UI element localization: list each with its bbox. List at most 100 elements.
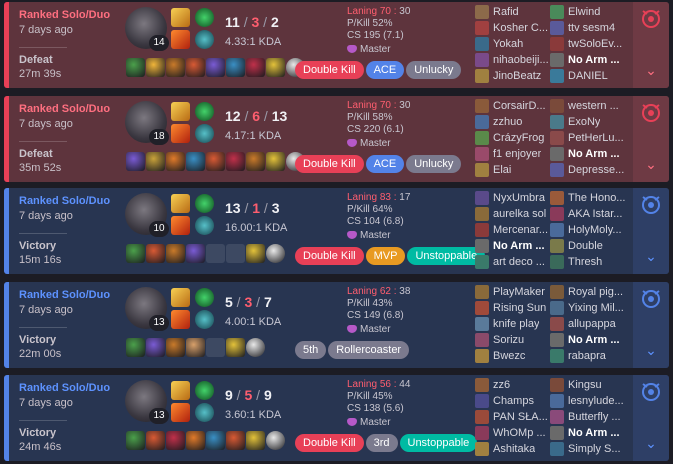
secondary-rune-icon[interactable] bbox=[195, 310, 214, 329]
player-entry[interactable]: No Arm ... bbox=[550, 425, 628, 441]
player-name[interactable]: aurelka sol bbox=[493, 208, 546, 220]
item-slot[interactable] bbox=[166, 338, 185, 357]
player-name[interactable]: Double bbox=[568, 240, 603, 252]
item-slot[interactable] bbox=[266, 152, 285, 171]
player-name[interactable]: knife play bbox=[493, 318, 539, 330]
player-name[interactable]: Elai bbox=[493, 164, 511, 176]
player-entry[interactable]: rabapra bbox=[550, 348, 628, 364]
player-name[interactable]: Sorizu bbox=[493, 334, 524, 346]
ward-item-icon[interactable] bbox=[266, 431, 285, 450]
player-entry[interactable]: Royal pig... bbox=[550, 284, 628, 300]
player-name[interactable]: No Arm ... bbox=[568, 148, 620, 160]
player-name[interactable]: Simply S... bbox=[568, 443, 621, 455]
chevron-down-icon[interactable]: ⌄ bbox=[641, 248, 661, 266]
summoner-spell-icon[interactable] bbox=[171, 403, 190, 422]
player-entry[interactable]: HolyMoly... bbox=[550, 222, 628, 238]
player-entry[interactable]: allupappa bbox=[550, 316, 628, 332]
player-entry[interactable]: DANIEL bbox=[550, 68, 628, 84]
player-name[interactable]: No Arm ... bbox=[568, 427, 620, 439]
player-entry[interactable]: zzhuo bbox=[475, 114, 553, 130]
item-slot[interactable] bbox=[146, 431, 165, 450]
player-name[interactable]: Kosher C... bbox=[493, 22, 548, 34]
player-entry[interactable]: ttv sesm4 bbox=[550, 20, 628, 36]
player-entry[interactable]: No Arm ... bbox=[475, 238, 553, 254]
player-entry[interactable]: CrázyFrog bbox=[475, 130, 553, 146]
player-name[interactable]: CrázyFrog bbox=[493, 132, 544, 144]
player-name[interactable]: Mercenar... bbox=[493, 224, 548, 236]
player-entry[interactable]: Yokah bbox=[475, 36, 553, 52]
champion-portrait[interactable]: 18 bbox=[125, 101, 169, 145]
match-card[interactable]: Ranked Solo/Duo 7 days ago Victory 24m 46s 1… bbox=[4, 375, 669, 461]
summoner-spell-icon[interactable] bbox=[171, 8, 190, 27]
player-entry[interactable]: No Arm ... bbox=[550, 52, 628, 68]
player-name[interactable]: western ... bbox=[568, 100, 619, 112]
item-slot[interactable] bbox=[206, 152, 225, 171]
item-slot[interactable] bbox=[126, 431, 145, 450]
player-name[interactable]: The Hono... bbox=[568, 192, 625, 204]
player-entry[interactable]: Double bbox=[550, 238, 628, 254]
item-slot[interactable] bbox=[126, 58, 145, 77]
item-slot[interactable] bbox=[146, 244, 165, 263]
player-name[interactable]: HolyMoly... bbox=[568, 224, 622, 236]
champion-portrait[interactable]: 13 bbox=[125, 287, 169, 331]
player-entry[interactable]: Simply S... bbox=[550, 441, 628, 457]
player-name[interactable]: Rising Sun bbox=[493, 302, 546, 314]
summoner-spell-icon[interactable] bbox=[171, 288, 190, 307]
tracking-icon[interactable] bbox=[639, 286, 663, 310]
tracking-icon[interactable] bbox=[639, 379, 663, 403]
player-name[interactable]: DANIEL bbox=[568, 70, 608, 82]
player-entry[interactable]: aurelka sol bbox=[475, 206, 553, 222]
player-entry[interactable]: Kosher C... bbox=[475, 20, 553, 36]
player-entry[interactable]: Elwind bbox=[550, 4, 628, 20]
player-name[interactable]: zz6 bbox=[493, 379, 510, 391]
item-slot[interactable] bbox=[146, 152, 165, 171]
summoner-spell-icon[interactable] bbox=[171, 194, 190, 213]
player-name[interactable]: Elwind bbox=[568, 6, 600, 18]
player-name[interactable]: rabapra bbox=[568, 350, 606, 362]
player-name[interactable]: Bwezc bbox=[493, 350, 525, 362]
player-name[interactable]: Thresh bbox=[568, 256, 602, 268]
player-name[interactable]: ttv sesm4 bbox=[568, 22, 615, 34]
item-slot[interactable] bbox=[246, 431, 265, 450]
player-name[interactable]: twSoloEv... bbox=[568, 38, 622, 50]
tracking-icon[interactable] bbox=[639, 192, 663, 216]
chevron-down-icon[interactable]: ⌄ bbox=[641, 156, 661, 174]
player-name[interactable]: Depresse... bbox=[568, 164, 624, 176]
item-slot[interactable] bbox=[246, 152, 265, 171]
player-name[interactable]: allupappa bbox=[568, 318, 616, 330]
item-slot[interactable] bbox=[166, 244, 185, 263]
player-entry[interactable]: Elai bbox=[475, 162, 553, 178]
match-card[interactable]: Ranked Solo/Duo 7 days ago Defeat 27m 39s 14… bbox=[4, 2, 669, 88]
player-entry[interactable]: twSoloEv... bbox=[550, 36, 628, 52]
player-entry[interactable]: No Arm ... bbox=[550, 332, 628, 348]
chevron-down-icon[interactable]: ⌄ bbox=[641, 62, 661, 80]
player-name[interactable]: PAN SŁA... bbox=[493, 411, 548, 423]
player-name[interactable]: AKA Istar... bbox=[568, 208, 622, 220]
summoner-spell-icon[interactable] bbox=[171, 381, 190, 400]
secondary-rune-icon[interactable] bbox=[195, 216, 214, 235]
item-slot[interactable] bbox=[206, 58, 225, 77]
player-name[interactable]: art deco ... bbox=[493, 256, 545, 268]
chevron-down-icon[interactable]: ⌄ bbox=[641, 435, 661, 453]
player-name[interactable]: f1 enjoyer bbox=[493, 148, 541, 160]
player-name[interactable]: ExoNy bbox=[568, 116, 600, 128]
item-slot[interactable] bbox=[166, 431, 185, 450]
item-slot[interactable] bbox=[166, 58, 185, 77]
match-card[interactable]: Ranked Solo/Duo 7 days ago Victory 22m 00s 1… bbox=[4, 282, 669, 368]
player-name[interactable]: PetHerLu... bbox=[568, 132, 624, 144]
player-name[interactable]: JinoBeatz bbox=[493, 70, 541, 82]
player-entry[interactable]: Rising Sun bbox=[475, 300, 553, 316]
champion-portrait[interactable]: 10 bbox=[125, 193, 169, 237]
player-entry[interactable]: lesnylude... bbox=[550, 393, 628, 409]
match-card[interactable]: Ranked Solo/Duo 7 days ago Victory 15m 16s 1… bbox=[4, 188, 669, 274]
player-entry[interactable]: Yixing Mil... bbox=[550, 300, 628, 316]
ward-item-icon[interactable] bbox=[246, 338, 265, 357]
player-name[interactable]: nihaobeiji... bbox=[493, 54, 549, 66]
player-entry[interactable]: No Arm ... bbox=[550, 146, 628, 162]
player-entry[interactable]: PetHerLu... bbox=[550, 130, 628, 146]
tracking-icon[interactable] bbox=[639, 100, 663, 124]
player-name[interactable]: CorsairD... bbox=[493, 100, 546, 112]
player-entry[interactable]: Mercenar... bbox=[475, 222, 553, 238]
player-entry[interactable]: The Hono... bbox=[550, 190, 628, 206]
tracking-icon[interactable] bbox=[639, 6, 663, 30]
